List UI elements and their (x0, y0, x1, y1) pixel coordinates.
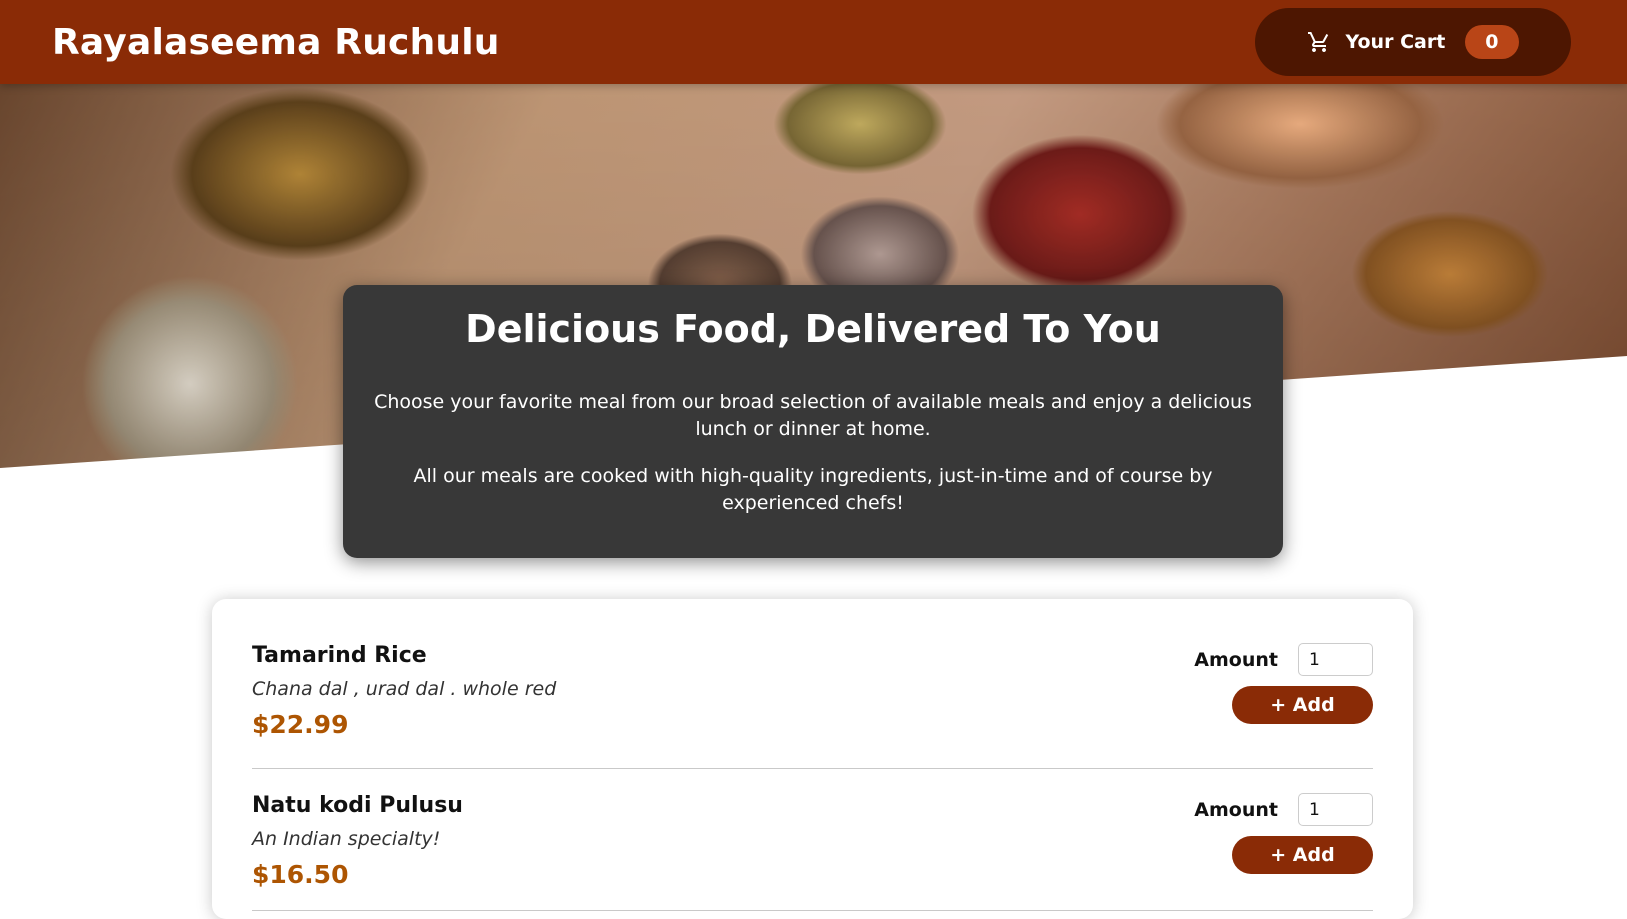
meal-price: $16.50 (252, 860, 349, 889)
meal-info: Tamarind Rice Chana dal , urad dal . who… (252, 643, 556, 768)
meal-item: Tamarind Rice Chana dal , urad dal . who… (252, 627, 1373, 769)
meals-list: Tamarind Rice Chana dal , urad dal . who… (212, 599, 1413, 919)
meal-info: Natu kodi Pulusu An Indian specialty! $1… (252, 793, 463, 910)
summary-paragraph-2: All our meals are cooked with high-quali… (413, 464, 1213, 514)
meal-description: Chana dal , urad dal . whole red (252, 678, 557, 700)
cart-count-badge: 0 (1465, 25, 1519, 59)
brand-title: Rayalaseema Ruchulu (52, 21, 500, 63)
meal-description: An Indian specialty! (252, 828, 441, 850)
amount-input[interactable] (1298, 793, 1373, 826)
amount-row: Amount (1194, 793, 1373, 826)
amount-label: Amount (1194, 648, 1278, 671)
add-button[interactable]: + Add (1232, 836, 1373, 874)
app-header: Rayalaseema Ruchulu Your Cart 0 (0, 0, 1627, 84)
cart-button[interactable]: Your Cart 0 (1255, 8, 1571, 76)
cart-icon (1307, 30, 1331, 54)
meal-form: Amount + Add (1193, 793, 1373, 910)
cart-label: Your Cart (1345, 31, 1446, 53)
meal-price: $22.99 (252, 710, 349, 739)
summary-paragraph-1: Choose your favorite meal from our broad… (374, 390, 1252, 440)
meal-name: Natu kodi Pulusu (252, 793, 463, 818)
amount-row: Amount (1194, 643, 1373, 676)
meal-form: Amount + Add (1193, 643, 1373, 768)
summary-title: Delicious Food, Delivered To You (465, 307, 1161, 351)
amount-label: Amount (1194, 798, 1278, 821)
meal-name: Tamarind Rice (252, 643, 427, 668)
amount-input[interactable] (1298, 643, 1373, 676)
add-button[interactable]: + Add (1232, 686, 1373, 724)
summary-card: Delicious Food, Delivered To You Choose … (343, 285, 1283, 558)
meal-item: Natu kodi Pulusu An Indian specialty! $1… (252, 769, 1373, 911)
